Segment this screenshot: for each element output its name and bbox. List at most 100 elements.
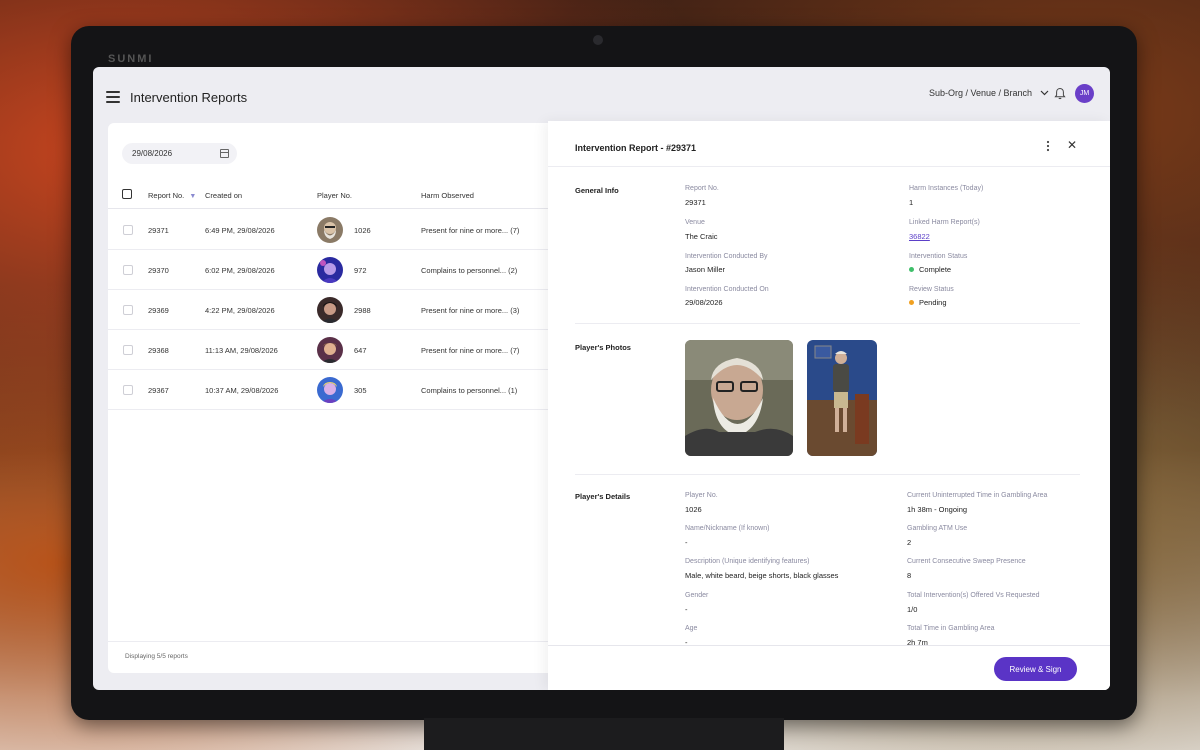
review-status-label: Review Status [909,286,954,293]
gender-label: Gender [685,592,709,599]
column-header-player-no[interactable]: Player No. [317,191,352,200]
atm-use-value: 2 [907,538,912,547]
row-checkbox[interactable] [123,385,133,395]
org-venue-label: Sub-Org / Venue / Branch [929,88,1033,98]
harm-observed-cell: Complains to personnel... (2) [421,266,518,275]
org-venue-selector[interactable]: Sub-Org / Venue / Branch [929,88,1049,98]
gender-value: - [685,605,688,614]
select-all-checkbox[interactable] [122,189,132,199]
report-no-cell: 29370 [148,266,169,275]
players-details-heading: Player's Details [575,492,631,501]
column-header-report-no[interactable]: Report No. ▼ [148,191,196,200]
created-on-cell: 6:49 PM, 29/08/2026 [205,226,275,235]
conducted-on-label: Intervention Conducted On [685,286,769,293]
table-row[interactable]: 29371 6:49 PM, 29/08/2026 1026 Present f… [108,210,568,250]
intervention-status-label: Intervention Status [909,253,968,260]
description-label: Description (Unique identifying features… [685,558,810,565]
device-stand [424,718,784,750]
atm-use-label: Gambling ATM Use [907,525,968,532]
section-divider [575,474,1080,475]
sweep-presence-value: 8 [907,571,912,580]
table-row[interactable]: 29370 6:02 PM, 29/08/2026 972 Complains … [108,250,568,290]
review-status: Pending [909,298,947,307]
age-label: Age [685,625,698,632]
player-no-cell: 1026 [354,226,371,235]
row-checkbox[interactable] [123,225,133,235]
harm-observed-cell: Present for nine or more... (7) [421,346,520,355]
chevron-down-icon [1040,90,1049,96]
device-brand: SUNMI [108,53,154,65]
player-no-cell: 972 [354,266,367,275]
calendar-icon[interactable] [220,149,229,158]
top-bar: Intervention Reports Sub-Org / Venue / B… [93,67,1110,123]
interventions-label: Total Intervention(s) Offered Vs Request… [907,592,1040,599]
created-on-cell: 6:02 PM, 29/08/2026 [205,266,275,275]
table-row[interactable]: 29368 11:13 AM, 29/08/2026 647 Present f… [108,330,568,370]
detail-title: Intervention Report - #29371 [575,143,697,153]
harm-observed-cell: Present for nine or more... (3) [421,306,520,315]
report-no-cell: 29371 [148,226,169,235]
venue-label: Venue [685,219,705,226]
list-footer-count: Displaying 5/5 reports [125,653,188,660]
date-filter-input[interactable]: 29/08/2026 [122,143,237,164]
report-no-cell: 29369 [148,306,169,315]
row-checkbox[interactable] [123,265,133,275]
current-time-label: Current Uninterrupted Time in Gambling A… [907,492,1048,499]
current-time-value: 1h 38m - Ongoing [907,505,968,514]
player-photo-face[interactable] [685,340,793,456]
column-header-harm-observed[interactable]: Harm Observed [421,191,474,200]
report-detail-panel: Intervention Report - #29371 ✕ General I… [548,121,1110,690]
sort-down-icon[interactable]: ▼ [189,193,196,200]
player-no-cell: 647 [354,346,367,355]
detail-header-divider [548,166,1110,167]
status-pending-dot-icon [909,299,914,305]
linked-reports-label: Linked Harm Report(s) [909,219,980,226]
conducted-by-label: Intervention Conducted By [685,253,768,260]
player-photo-full-body[interactable] [807,340,877,456]
created-on-cell: 11:13 AM, 29/08/2026 [205,346,278,355]
status-complete-dot-icon [909,266,914,272]
player-no-cell: 2988 [354,306,371,315]
table-header: Report No. ▼ Created on Player No. Harm … [108,179,568,209]
row-checkbox[interactable] [123,345,133,355]
review-status-value: Pending [919,298,947,307]
device-camera [593,35,603,45]
conducted-by-value: Jason Miller [685,265,726,274]
intervention-status: Complete [909,265,951,274]
row-checkbox[interactable] [123,305,133,315]
more-options-icon[interactable] [1046,140,1050,152]
harm-instances-value: 1 [909,198,914,207]
sweep-presence-label: Current Consecutive Sweep Presence [907,558,1026,565]
description-value: Male, white beard, beige shorts, black g… [685,571,839,580]
page-title: Intervention Reports [130,90,248,105]
hamburger-menu-icon[interactable] [106,91,120,103]
app-screen: Intervention Reports Sub-Org / Venue / B… [93,67,1110,690]
interventions-value: 1/0 [907,605,918,614]
table-row[interactable]: 29369 4:22 PM, 29/08/2026 2988 Present f… [108,290,568,330]
report-no-cell: 29367 [148,386,169,395]
column-header-created-on[interactable]: Created on [205,191,242,200]
harm-instances-label: Harm Instances (Today) [909,185,984,192]
close-icon[interactable]: ✕ [1067,139,1079,151]
review-and-sign-button[interactable]: Review & Sign [994,657,1077,681]
table-row[interactable]: 29367 10:37 AM, 29/08/2026 305 Complains… [108,370,568,410]
nickname-value: - [685,538,688,547]
player-avatar [317,217,343,243]
player-no-label: Player No. [685,492,718,499]
reports-list-panel: 29/08/2026 Report No. ▼ Created on Playe… [108,123,568,673]
bell-icon[interactable] [1054,87,1066,100]
players-photos-heading: Player's Photos [575,343,631,352]
harm-observed-cell: Present for nine or more... (7) [421,226,520,235]
harm-observed-cell: Complains to personnel... (1) [421,386,518,395]
player-no-cell: 305 [354,386,367,395]
linked-report-link[interactable]: 36822 [909,232,930,241]
report-no-cell: 29368 [148,346,169,355]
player-avatar [317,257,343,283]
nickname-label: Name/Nickname (If known) [685,525,770,532]
player-avatar [317,297,343,323]
created-on-cell: 4:22 PM, 29/08/2026 [205,306,275,315]
user-avatar[interactable]: JM [1075,84,1094,103]
general-info-heading: General Info [575,186,619,195]
column-header-label: Report No. [148,191,185,200]
total-time-label: Total Time in Gambling Area [907,625,995,632]
